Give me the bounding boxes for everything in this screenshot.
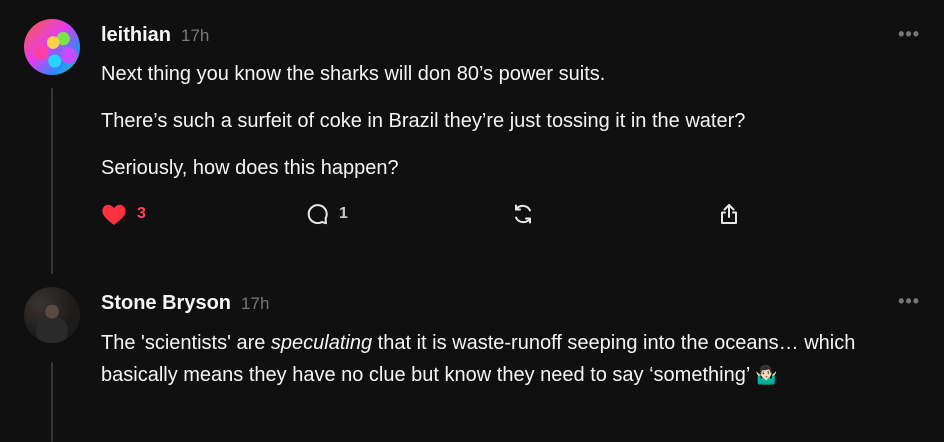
- post-text-emphasis: speculating: [270, 332, 373, 354]
- avatar[interactable]: [24, 287, 80, 343]
- username[interactable]: Stone Bryson: [101, 292, 231, 315]
- avatar[interactable]: [24, 19, 80, 75]
- action-bar: 3 1: [101, 202, 761, 230]
- share-icon: [717, 202, 741, 226]
- post-text: The 'scientists' are: [101, 332, 271, 354]
- like-count: 3: [137, 205, 146, 222]
- post-paragraph: There’s such a surfeit of coke in Brazil…: [101, 110, 746, 132]
- like-button[interactable]: 3: [101, 202, 146, 226]
- post-header: leithian 17h: [101, 24, 209, 47]
- post-paragraph: Seriously, how does this happen?: [101, 157, 399, 179]
- post-body: The 'scientists' are speculating that it…: [101, 327, 921, 391]
- more-icon[interactable]: •••: [898, 24, 920, 45]
- reply-count: 1: [339, 205, 348, 222]
- post: leithian 17h ••• Next thing you know the…: [0, 0, 944, 280]
- reply-button[interactable]: 1: [305, 202, 348, 226]
- thread-line: [51, 88, 53, 274]
- post-header: Stone Bryson 17h: [101, 292, 269, 315]
- heart-icon: [101, 202, 127, 226]
- thread-line: [51, 362, 53, 442]
- more-icon[interactable]: •••: [898, 291, 920, 312]
- post-body: Next thing you know the sharks will don …: [101, 60, 921, 201]
- username[interactable]: leithian: [101, 24, 171, 47]
- shrug-emoji: 🤷🏻‍♂️: [755, 365, 778, 385]
- repost-button[interactable]: [511, 202, 535, 226]
- post: Stone Bryson 17h ••• The 'scientists' ar…: [0, 280, 944, 442]
- post-paragraph: The 'scientists' are speculating that it…: [101, 327, 921, 391]
- share-button[interactable]: [717, 202, 741, 226]
- comment-icon: [305, 202, 329, 226]
- timestamp[interactable]: 17h: [241, 294, 269, 314]
- timestamp[interactable]: 17h: [181, 26, 209, 46]
- post-paragraph: Next thing you know the sharks will don …: [101, 63, 606, 85]
- repost-icon: [511, 202, 535, 226]
